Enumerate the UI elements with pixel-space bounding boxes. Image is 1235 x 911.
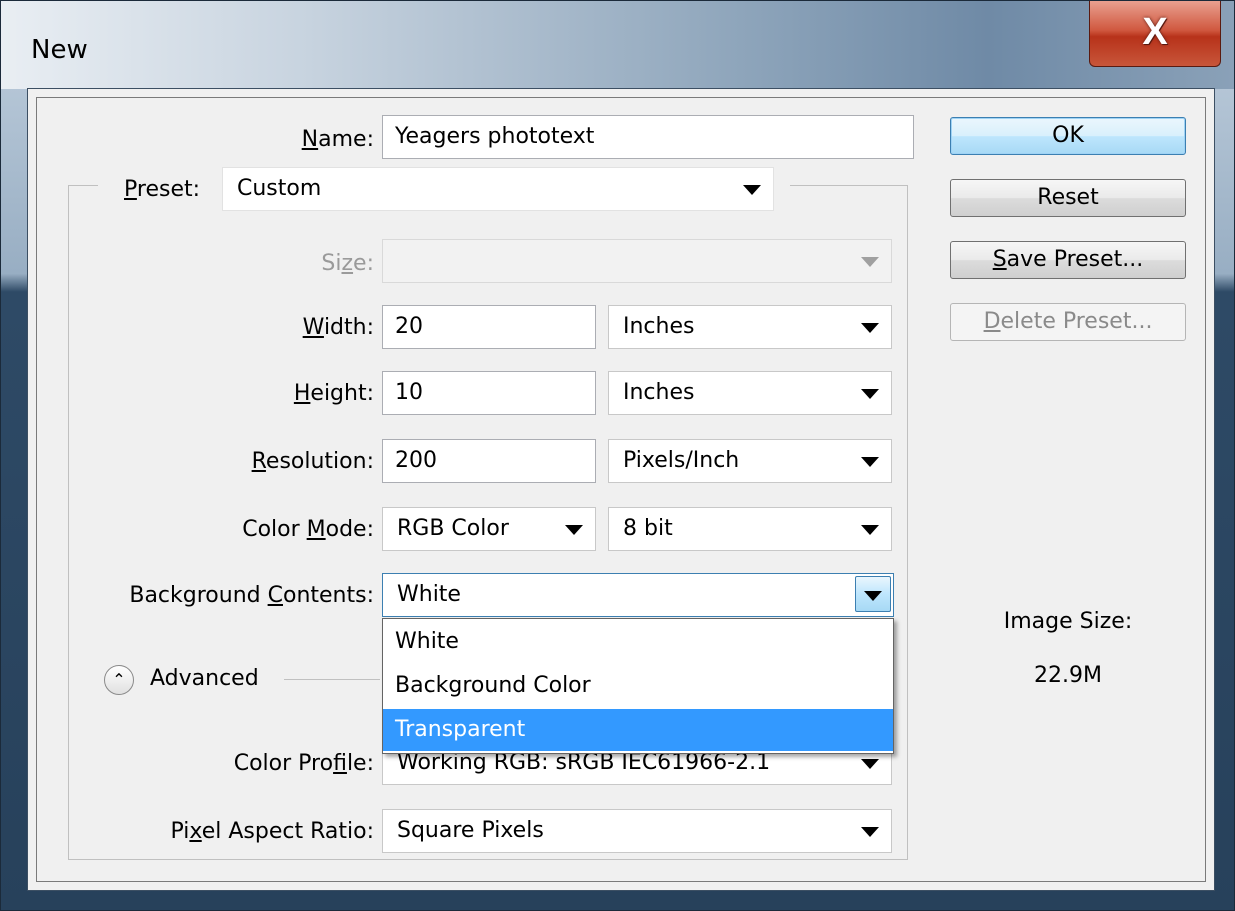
chevron-down-icon <box>743 185 761 195</box>
dialog-client-area: Name: Yeagers phototext Preset: Custom S… <box>27 88 1215 891</box>
image-size-value: 22.9M <box>1034 663 1102 688</box>
height-input[interactable]: 10 <box>382 371 596 415</box>
option-background-color[interactable]: Background Color <box>383 665 893 707</box>
color-mode-label: Color Mode: <box>242 517 374 542</box>
chevron-down-icon <box>864 591 882 601</box>
double-chevron-up-icon[interactable]: ⌃ <box>104 665 134 695</box>
new-document-dialog: New X Name: Yeagers phototext Preset: Cu… <box>0 0 1235 911</box>
option-transparent[interactable]: Transparent <box>383 709 893 751</box>
chevron-down-icon <box>861 323 879 333</box>
title-bar[interactable]: New X <box>1 1 1234 89</box>
advanced-label[interactable]: Advanced <box>150 666 259 691</box>
close-icon: X <box>1142 11 1168 53</box>
bit-depth-value: 8 bit <box>623 516 673 541</box>
chevron-down-icon <box>861 257 879 267</box>
height-label: Height: <box>293 381 374 406</box>
delete-preset-button: Delete Preset... <box>950 303 1186 341</box>
advanced-divider <box>284 679 380 680</box>
preset-value: Custom <box>237 176 322 201</box>
chevron-down-icon <box>861 457 879 467</box>
pixel-aspect-label: Pixel Aspect Ratio: <box>170 819 374 844</box>
bit-depth-select[interactable]: 8 bit <box>608 507 892 551</box>
option-white[interactable]: White <box>383 621 893 663</box>
ok-button[interactable]: OK <box>950 117 1186 155</box>
group-top-left-line <box>68 185 98 186</box>
dropdown-button[interactable] <box>855 576 891 612</box>
width-unit-select[interactable]: Inches <box>608 305 892 349</box>
name-label: Name: <box>301 127 374 152</box>
save-preset-button[interactable]: Save Preset... <box>950 241 1186 279</box>
close-button[interactable]: X <box>1089 1 1221 67</box>
background-contents-select[interactable]: White <box>382 573 894 617</box>
chevron-down-icon <box>861 759 879 769</box>
resolution-input[interactable]: 200 <box>382 439 596 483</box>
reset-button[interactable]: Reset <box>950 179 1186 217</box>
resolution-unit-select[interactable]: Pixels/Inch <box>608 439 892 483</box>
color-mode-value: RGB Color <box>397 516 509 541</box>
image-size-label: Image Size: <box>1003 609 1133 634</box>
window-title: New <box>31 35 88 65</box>
background-contents-dropdown: White Background Color Transparent <box>382 618 894 754</box>
size-label: Size: <box>321 251 374 276</box>
height-unit-value: Inches <box>623 380 695 405</box>
chevron-down-icon <box>861 827 879 837</box>
preset-select[interactable]: Custom <box>222 167 774 211</box>
group-top-right-line <box>790 185 908 186</box>
width-label: Width: <box>302 315 374 340</box>
chevron-down-icon <box>861 525 879 535</box>
name-input[interactable]: Yeagers phototext <box>382 115 914 159</box>
width-input[interactable]: 20 <box>382 305 596 349</box>
chevron-down-icon <box>565 525 583 535</box>
width-unit-value: Inches <box>623 314 695 339</box>
size-select <box>382 239 892 283</box>
color-mode-select[interactable]: RGB Color <box>382 507 596 551</box>
resolution-unit-value: Pixels/Inch <box>623 448 740 473</box>
pixel-aspect-select[interactable]: Square Pixels <box>382 809 892 853</box>
chevron-down-icon <box>861 389 879 399</box>
pixel-aspect-value: Square Pixels <box>397 818 544 843</box>
resolution-label: Resolution: <box>251 449 374 474</box>
color-profile-label: Color Profile: <box>233 751 374 776</box>
preset-label: Preset: <box>124 177 201 202</box>
background-contents-label: Background Contents: <box>129 583 374 608</box>
height-unit-select[interactable]: Inches <box>608 371 892 415</box>
background-contents-value: White <box>397 582 461 607</box>
